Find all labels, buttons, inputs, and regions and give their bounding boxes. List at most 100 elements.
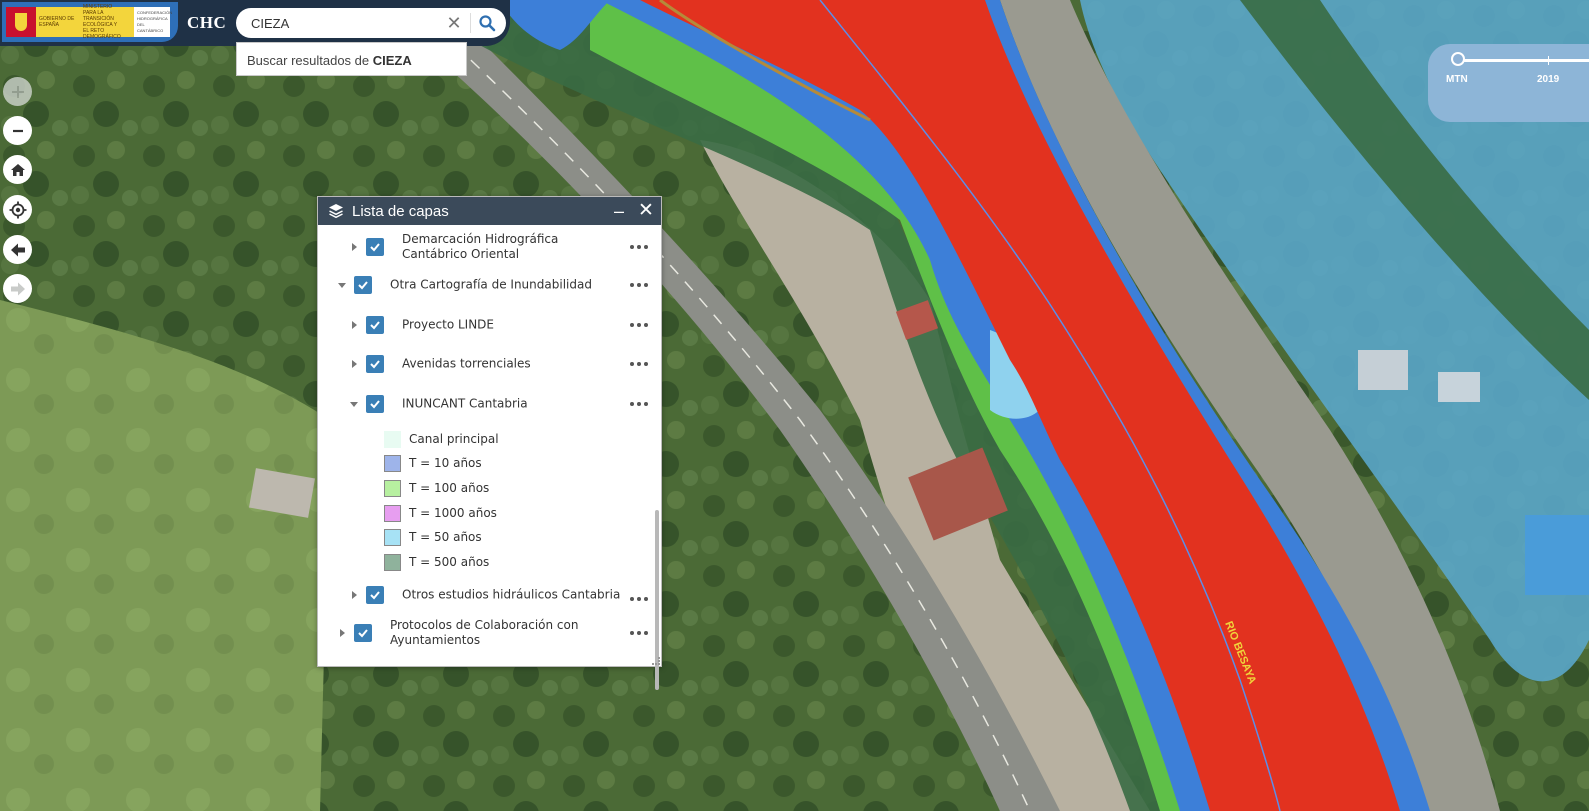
minimize-button[interactable]: – xyxy=(612,200,626,222)
caret-right-icon[interactable] xyxy=(338,629,346,637)
building xyxy=(1358,350,1408,390)
legend-label: T = 100 años xyxy=(409,481,490,495)
caret-right-icon[interactable] xyxy=(350,243,358,251)
check-icon xyxy=(358,281,368,290)
legend-swatch xyxy=(384,430,401,448)
check-icon xyxy=(370,591,380,600)
more-options-icon[interactable] xyxy=(630,631,648,635)
search-divider xyxy=(470,13,471,33)
caret-down-icon[interactable] xyxy=(350,400,358,408)
layer-label: Protocolos de Colaboración con Ayuntamie… xyxy=(390,618,579,647)
building xyxy=(1525,515,1589,595)
layer-checkbox[interactable] xyxy=(366,355,384,373)
caret-right-icon[interactable] xyxy=(350,591,358,599)
layer-row-proyecto-linde[interactable]: Proyecto LINDE xyxy=(318,311,648,339)
search-suggestion[interactable]: Buscar resultados de CIEZA xyxy=(236,42,467,76)
time-slider-track[interactable] xyxy=(1458,59,1589,62)
legend-swatch xyxy=(384,454,401,472)
forward-button[interactable] xyxy=(3,274,32,303)
more-options-icon[interactable] xyxy=(630,283,648,287)
layer-checkbox[interactable] xyxy=(354,624,372,642)
time-start-label: MTN xyxy=(1446,74,1468,85)
logo-text-government: GOBIERNO DE ESPAÑA xyxy=(39,16,75,28)
caret-right-icon[interactable] xyxy=(350,321,358,329)
search-input[interactable] xyxy=(251,15,451,31)
more-options-icon[interactable] xyxy=(630,245,648,249)
layer-row-protocolos[interactable]: Protocolos de Colaboración con Ayuntamie… xyxy=(318,615,648,651)
legend-swatch xyxy=(384,504,401,522)
locate-button[interactable] xyxy=(3,195,32,224)
layer-row-otra-cartografia[interactable]: Otra Cartografía de Inundabilidad xyxy=(318,271,648,299)
resize-grip-icon[interactable] xyxy=(652,657,660,665)
close-button[interactable]: ✕ xyxy=(637,200,655,222)
layer-row-avenidas[interactable]: Avenidas torrenciales xyxy=(318,350,648,378)
time-slider: MTN 2019 xyxy=(1428,44,1589,122)
layer-label: Proyecto LINDE xyxy=(402,317,495,332)
map-canvas[interactable]: RIO BESAYA xyxy=(0,0,1589,811)
layer-label: Otra Cartografía de Inundabilidad xyxy=(390,277,592,292)
caret-right-icon[interactable] xyxy=(350,360,358,368)
legend-item-t50: T = 50 años xyxy=(384,527,482,547)
legend-swatch xyxy=(384,553,401,571)
legend-label: T = 50 años xyxy=(409,530,482,544)
layer-checkbox[interactable] xyxy=(366,316,384,334)
layer-label: Avenidas torrenciales xyxy=(402,356,531,371)
more-options-icon[interactable] xyxy=(630,362,648,366)
header-bar: GOBIERNO DE ESPAÑA MINISTERIO PARA LA TR… xyxy=(0,0,510,46)
search-box: ✕ xyxy=(236,8,506,38)
zoom-out-icon xyxy=(12,129,23,132)
back-button[interactable] xyxy=(3,235,32,264)
layer-label: INUNCANT Cantabria xyxy=(402,396,528,411)
panel-title: Lista de capas xyxy=(352,202,449,220)
more-options-icon[interactable] xyxy=(630,323,648,327)
logo-ministry: GOBIERNO DE ESPAÑA MINISTERIO PARA LA TR… xyxy=(6,4,172,40)
check-icon xyxy=(370,321,380,330)
zoom-in-button[interactable] xyxy=(3,77,32,106)
layer-checkbox[interactable] xyxy=(366,395,384,413)
caret-down-icon[interactable] xyxy=(338,281,346,289)
home-icon xyxy=(10,163,25,176)
legend-item-t100: T = 100 años xyxy=(384,478,489,498)
app-title: CHC xyxy=(187,13,227,32)
more-options-icon[interactable] xyxy=(630,402,648,406)
search-icon[interactable] xyxy=(478,14,496,32)
building xyxy=(1438,372,1480,402)
back-arrow-icon xyxy=(10,243,25,256)
legend-item-t10: T = 10 años xyxy=(384,453,482,473)
check-icon xyxy=(370,360,380,369)
legend-item-t1000: T = 1000 años xyxy=(384,503,497,523)
layers-icon xyxy=(329,204,343,219)
layer-row-demarcacion[interactable]: Demarcación Hidrográfica Cantábrico Orie… xyxy=(318,229,648,265)
more-options-icon[interactable] xyxy=(630,597,648,601)
legend-item-canal-principal: Canal principal xyxy=(384,429,499,449)
layer-checkbox[interactable] xyxy=(366,238,384,256)
panel-header[interactable]: Lista de capas – ✕ xyxy=(318,197,661,225)
check-icon xyxy=(358,629,368,638)
layer-list: Demarcación Hidrográfica Cantábrico Orie… xyxy=(318,225,661,690)
map-view[interactable]: RIO BESAYA xyxy=(0,0,1589,811)
layer-label: Otros estudios hidráulicos Cantabria xyxy=(402,587,621,602)
forward-arrow-icon xyxy=(10,282,25,295)
layer-list-panel: Lista de capas – ✕ Demarcación Hidrográf… xyxy=(317,196,662,690)
check-icon xyxy=(370,400,380,409)
logo-text-ministry: MINISTERIO PARA LA TRANSICIÓN ECOLÓGICA … xyxy=(83,4,121,40)
layer-label: Demarcación Hidrográfica Cantábrico Orie… xyxy=(402,232,559,261)
zoom-out-button[interactable] xyxy=(3,116,32,145)
home-button[interactable] xyxy=(3,155,32,184)
legend-label: Canal principal xyxy=(409,432,499,446)
time-slider-tick xyxy=(1548,56,1549,65)
legend-swatch xyxy=(384,479,401,497)
layer-checkbox[interactable] xyxy=(354,276,372,294)
legend-item-t500: T = 500 años xyxy=(384,552,489,572)
suggestion-prefix: Buscar resultados de xyxy=(247,53,373,68)
layer-row-inuncant[interactable]: INUNCANT Cantabria xyxy=(318,390,648,418)
clear-icon[interactable]: ✕ xyxy=(446,14,462,32)
layer-row-otros-estudios[interactable]: Otros estudios hidráulicos Cantabria xyxy=(318,581,648,609)
zoom-in-icon xyxy=(11,85,24,98)
legend-label: T = 1000 años xyxy=(409,506,497,520)
logo[interactable]: GOBIERNO DE ESPAÑA MINISTERIO PARA LA TR… xyxy=(2,2,178,42)
time-end-label: 2019 xyxy=(1537,74,1560,85)
check-icon xyxy=(370,243,380,252)
time-slider-handle[interactable] xyxy=(1451,52,1465,66)
layer-checkbox[interactable] xyxy=(366,586,384,604)
